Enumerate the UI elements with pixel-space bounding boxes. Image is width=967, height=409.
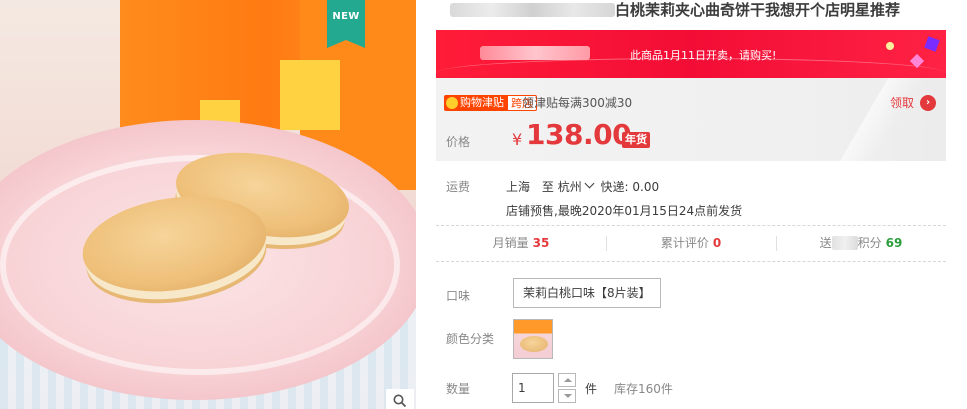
chevron-right-icon: ›	[920, 94, 936, 111]
jintie-text: 领津贴每满300减30	[522, 96, 633, 110]
stats-bar: 月销量 35 累计评价 0 送 积分 69	[436, 225, 946, 262]
shipping-route: 上海 至 杭州 快递: 0.00	[506, 178, 659, 195]
claim-label: 领取	[889, 96, 914, 110]
monthly-sales-value: 35	[532, 236, 550, 250]
review-count-value: 0	[712, 236, 722, 250]
quantity-increase-button[interactable]	[558, 373, 576, 387]
jintie-badge-left-label: 购物津贴	[460, 96, 504, 109]
quantity-input[interactable]: 1	[512, 373, 554, 403]
quantity-label: 数量	[446, 382, 471, 396]
redacted-promo-text	[480, 46, 590, 60]
promo-deco	[886, 42, 894, 50]
presale-notice: 此商品1月11日开卖，请购买!	[630, 49, 777, 62]
ship-from: 上海	[506, 180, 531, 194]
stock-info: 库存160件	[614, 382, 673, 396]
jintie-badge-left: 购物津贴	[444, 95, 507, 111]
magnifier-icon	[393, 394, 407, 408]
color-swatch[interactable]	[513, 319, 553, 359]
zoom-button[interactable]	[386, 389, 414, 409]
photo-bg-pattern	[280, 60, 340, 130]
redacted-title-part	[450, 3, 615, 17]
review-count[interactable]: 累计评价 0	[606, 226, 776, 261]
points-value: 69	[885, 236, 903, 250]
product-title-text: 白桃茉莉夹心曲奇饼干我想开个店明星推荐	[615, 1, 901, 19]
ship-to-prefix: 至	[541, 180, 554, 194]
points-label-suffix: 积分	[857, 236, 882, 250]
price-box: 购物津贴 跨店 领津贴每满300减30 领取 › 价格 ¥ 138.00 年货	[436, 78, 946, 161]
quantity-decrease-button[interactable]	[558, 389, 576, 403]
promo-deco	[924, 36, 940, 52]
color-label: 颜色分类	[446, 332, 495, 346]
quantity-unit: 件	[585, 382, 598, 396]
new-badge-label: NEW	[332, 11, 360, 22]
price-box-watermark	[816, 78, 946, 161]
price-value: 138.00	[526, 118, 632, 151]
product-main-image[interactable]: NEW	[0, 0, 416, 409]
product-title: 白桃茉莉夹心曲奇饼干我想开个店明星推荐	[450, 0, 967, 22]
review-count-label: 累计评价	[660, 236, 709, 250]
claim-button[interactable]: 领取 ›	[890, 94, 936, 111]
new-badge: NEW	[327, 0, 365, 48]
ship-to: 杭州	[557, 180, 582, 194]
chevron-down-icon	[584, 178, 595, 189]
ship-method: 快递: 0.00	[600, 180, 660, 194]
price-tag: 年货	[622, 132, 650, 148]
promo-banner: 此商品1月11日开卖，请购买!	[436, 30, 946, 78]
ship-to-selector[interactable]: 杭州	[557, 178, 597, 194]
flavor-label: 口味	[446, 289, 471, 303]
monthly-sales-label: 月销量	[492, 236, 529, 250]
monthly-sales: 月销量 35	[436, 226, 606, 261]
currency-symbol: ¥	[512, 130, 523, 149]
points-label-prefix: 送	[819, 236, 832, 250]
flavor-option[interactable]: 茉莉白桃口味【8片装】	[513, 278, 661, 308]
presale-info: 店铺预售,最晚2020年01月15日24点前发货	[506, 204, 743, 218]
coin-icon	[446, 97, 458, 109]
swatch-cookie	[520, 336, 548, 352]
price-label: 价格	[446, 135, 471, 149]
shipping-label: 运费	[446, 180, 471, 194]
redacted-points-text	[831, 236, 858, 250]
points: 送 积分 69	[776, 226, 946, 261]
